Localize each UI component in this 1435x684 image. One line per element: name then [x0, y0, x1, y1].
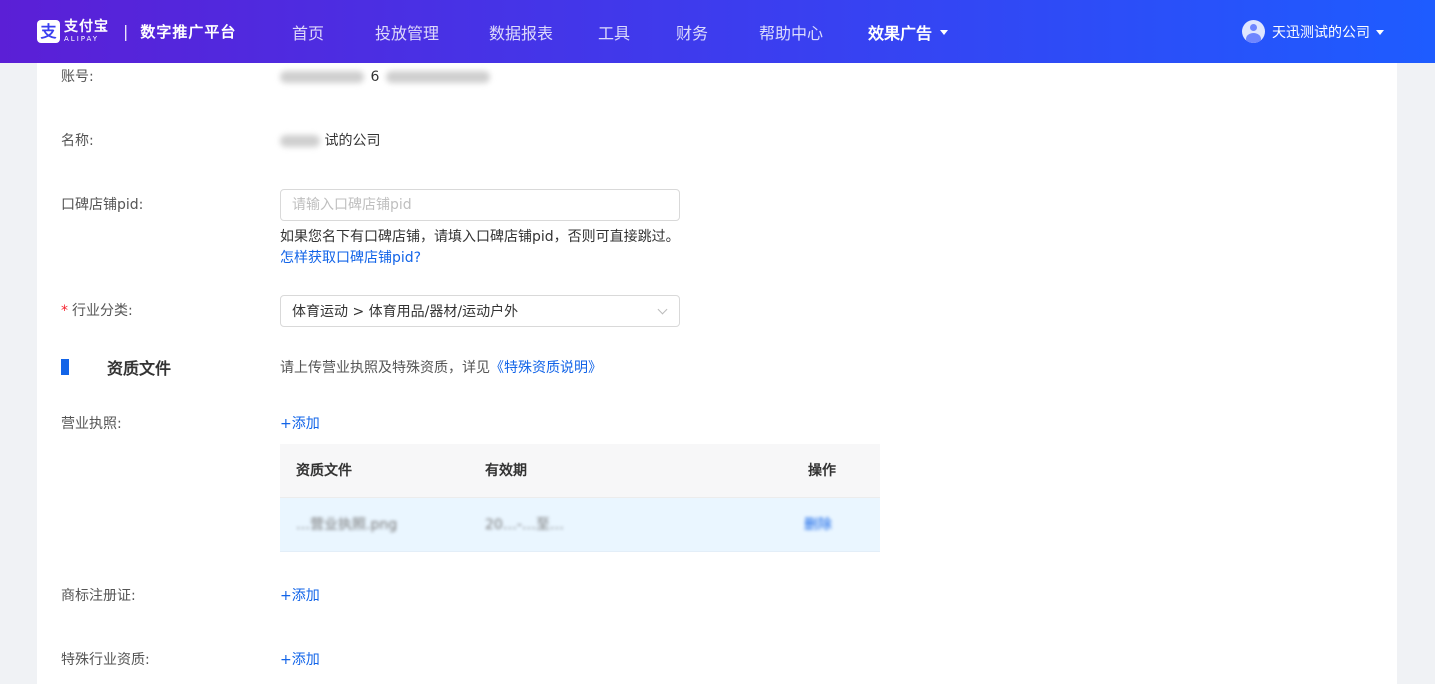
industry-select[interactable]: 体育运动 > 体育用品/器材/运动户外 — [280, 295, 680, 327]
user-name: 天迅测试的公司 — [1272, 24, 1370, 41]
nav-item-campaign-management[interactable]: 投放管理 — [375, 0, 439, 63]
section-indicator-bar — [61, 359, 69, 375]
qualification-desc-text: 请上传营业执照及特殊资质，详见 — [280, 360, 490, 376]
user-avatar-icon — [1242, 20, 1265, 43]
table-cell-file: …营业执照.png — [296, 517, 398, 533]
account-value: 6 — [280, 67, 490, 87]
table-cell-validity: 20…-…至… — [485, 517, 564, 533]
koubei-pid-label: 口碑店铺pid: — [61, 197, 144, 213]
account-label: 账号: — [61, 69, 94, 85]
industry-label-text: 行业分类: — [72, 303, 133, 319]
add-special-industry-button[interactable]: +添加 — [280, 650, 320, 670]
user-menu[interactable]: 天迅测试的公司 — [1242, 20, 1384, 43]
qualification-table: 资质文件 有效期 操作 …营业执照.png 20…-…至… 删除 — [280, 444, 880, 552]
special-qualification-link[interactable]: 《特殊资质说明》 — [490, 360, 602, 376]
caret-down-icon — [1376, 30, 1384, 35]
nav-item-finance[interactable]: 财务 — [676, 0, 708, 63]
column-header-validity: 有效期 — [485, 463, 527, 479]
industry-select-value: 体育运动 > 体育用品/器材/运动户外 — [292, 304, 519, 320]
nav-item-data-reports[interactable]: 数据报表 — [489, 0, 553, 63]
caret-down-icon — [940, 30, 949, 35]
trademark-label: 商标注册证: — [61, 588, 136, 604]
name-value-fragment: 试的公司 — [324, 133, 381, 149]
logo-separator: | — [123, 22, 129, 41]
logo-text: 支付宝 ALIPAY — [64, 20, 109, 43]
add-trademark-button[interactable]: +添加 — [280, 586, 320, 606]
column-header-file: 资质文件 — [296, 463, 352, 479]
logo-cn-text: 支付宝 — [64, 19, 109, 35]
business-license-label: 营业执照: — [61, 416, 122, 432]
delete-button[interactable]: 删除 — [804, 515, 832, 535]
chevron-down-icon — [657, 304, 668, 315]
koubei-pid-input[interactable] — [280, 189, 680, 221]
add-business-license-button[interactable]: +添加 — [280, 414, 320, 434]
nav-item-tools[interactable]: 工具 — [598, 0, 630, 63]
industry-label: * 行业分类: — [61, 301, 133, 321]
nav-item-home[interactable]: 首页 — [292, 0, 324, 63]
redacted-text — [280, 135, 320, 147]
alipay-logo-icon: 支 — [37, 20, 60, 43]
qualification-section-desc: 请上传营业执照及特殊资质，详见《特殊资质说明》 — [280, 358, 602, 378]
special-industry-label: 特殊行业资质: — [61, 652, 150, 668]
account-form-card: 账号: 6 名称: 试的公司 口碑店铺pid: 如果您名下有口碑店铺，请填入口碑… — [37, 63, 1397, 684]
name-label: 名称: — [61, 133, 94, 149]
qualification-section-title: 资质文件 — [107, 359, 172, 378]
account-value-fragment: 6 — [370, 69, 380, 85]
redacted-text — [385, 71, 490, 83]
table-row: …营业执照.png 20…-…至… 删除 — [280, 498, 880, 552]
platform-name: 数字推广平台 — [140, 23, 237, 41]
koubei-pid-hint: 如果您名下有口碑店铺，请填入口碑店铺pid，否则可直接跳过。 — [280, 229, 680, 245]
nav-item-performance-ads-label: 效果广告 — [868, 23, 933, 43]
required-asterisk: * — [61, 303, 68, 319]
table-header: 资质文件 有效期 操作 — [280, 444, 880, 498]
nav-item-performance-ads[interactable]: 效果广告 — [868, 0, 949, 63]
how-to-get-pid-link[interactable]: 怎样获取口碑店铺pid? — [280, 248, 421, 268]
nav-item-help-center[interactable]: 帮助中心 — [759, 0, 823, 63]
logo-en-text: ALIPAY — [64, 35, 100, 43]
top-navigation-bar: 支 支付宝 ALIPAY | 数字推广平台 首页 投放管理 数据报表 工具 财务… — [0, 0, 1435, 63]
redacted-text — [280, 71, 364, 83]
name-value: 试的公司 — [280, 131, 380, 151]
column-header-action: 操作 — [808, 463, 836, 479]
alipay-logo[interactable]: 支 支付宝 ALIPAY | 数字推广平台 — [37, 20, 236, 43]
